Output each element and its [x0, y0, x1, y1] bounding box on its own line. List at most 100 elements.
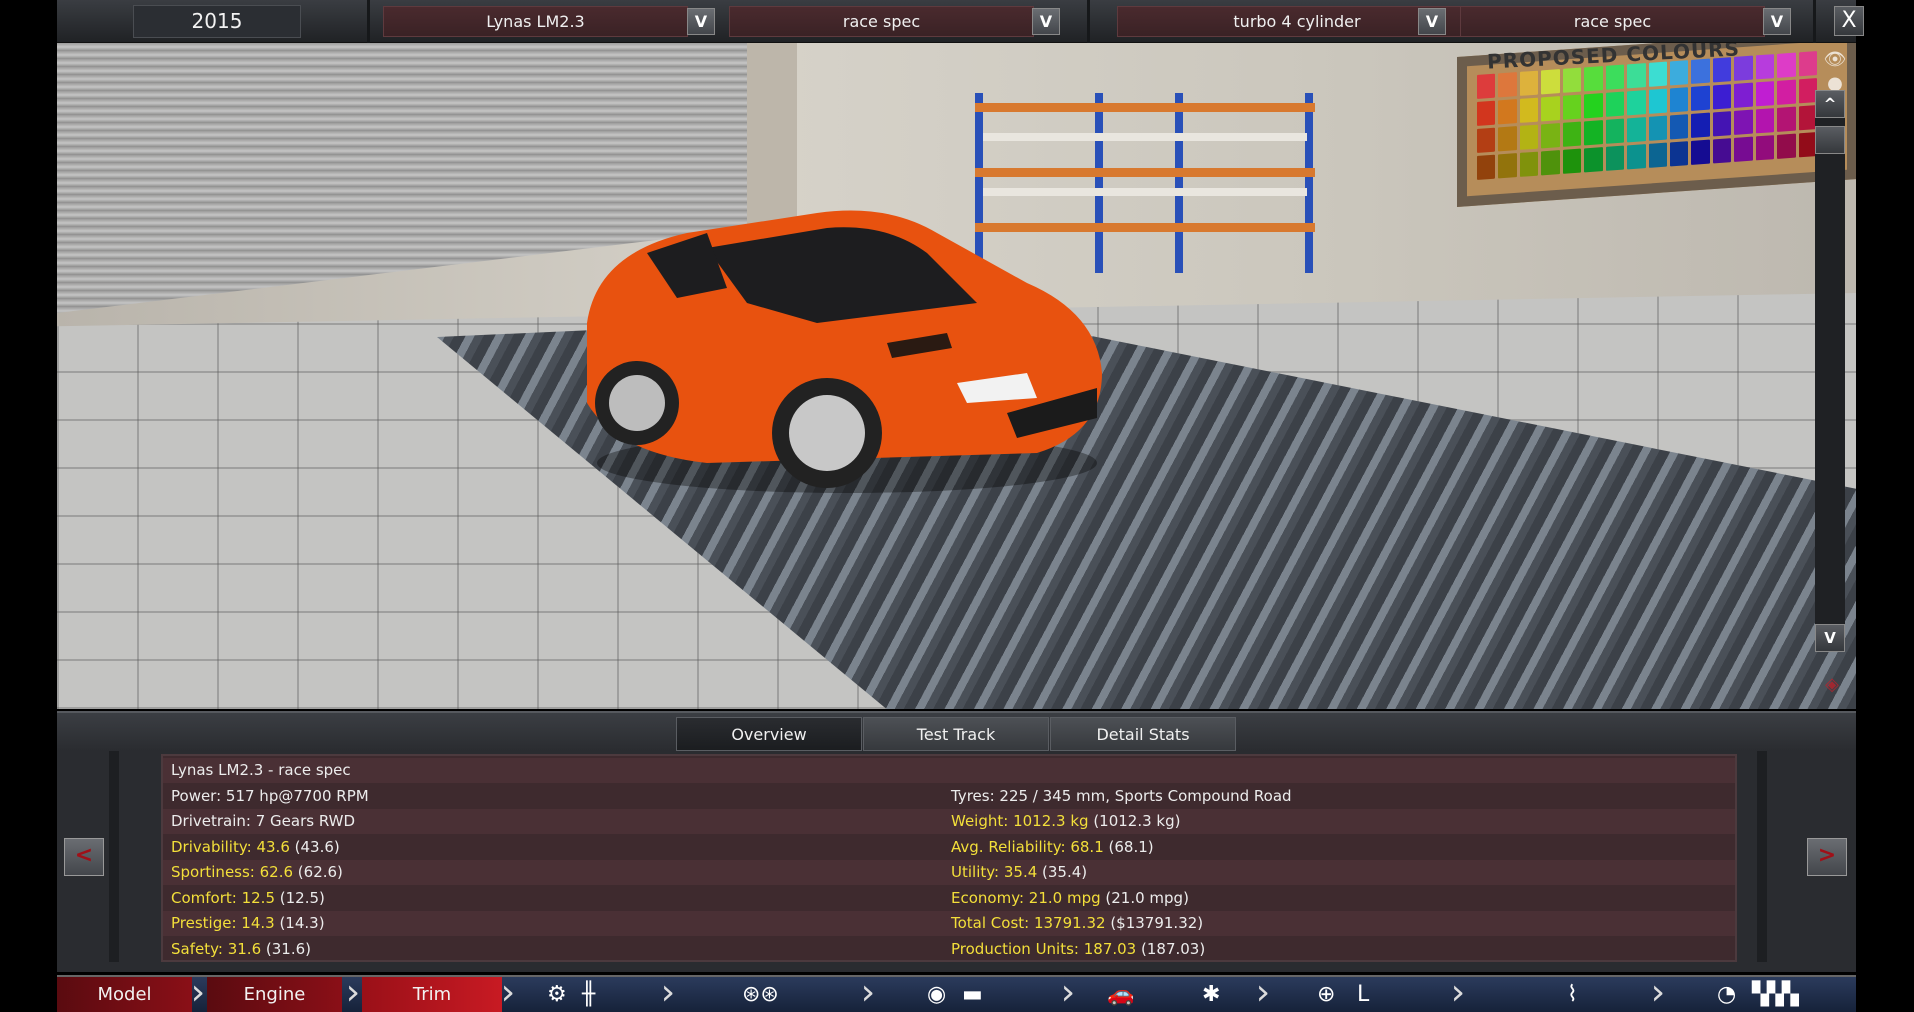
- stat-label: Power: 517 hp@7700 RPM: [171, 786, 369, 805]
- stat-base-value: (12.5): [275, 888, 325, 907]
- view-eye-icon[interactable]: 👁: [1813, 49, 1856, 71]
- brake-icon[interactable]: ◉: [927, 977, 946, 1012]
- colour-swatch: [1777, 52, 1796, 78]
- colour-swatch: [1605, 145, 1625, 171]
- seat-icon[interactable]: 𝖫: [1357, 977, 1369, 1012]
- suspension-icon[interactable]: ⌇: [1567, 977, 1578, 1012]
- nav-trim[interactable]: Trim: [362, 977, 502, 1012]
- stat-right: Weight: 1012.3 kg (1012.3 kg): [951, 809, 1180, 834]
- checkered-flag-icon[interactable]: ▚▚▚: [1752, 977, 1799, 1012]
- scroll-down-button[interactable]: V: [1815, 624, 1845, 652]
- stats-row: Prestige: 14.3 (14.3) Total Cost: 13791.3…: [163, 911, 1735, 936]
- stat-right: Avg. Reliability: 68.1 (68.1): [951, 835, 1154, 860]
- colour-swatch: [1777, 133, 1796, 159]
- stat-base-value: (21.0 mpg): [1100, 888, 1189, 907]
- colour-swatch: [1498, 72, 1517, 98]
- body-icon[interactable]: ▬: [962, 977, 983, 1012]
- engine-dropdown-button[interactable]: V: [1418, 8, 1446, 35]
- stats-row: Power: 517 hp@7700 RPM Tyres: 225 / 345 m…: [163, 784, 1735, 809]
- car-viewport[interactable]: PROPOSED COLOURS 👁 ● ▬ ▭ ◒: [57, 43, 1856, 709]
- gauge-icon[interactable]: ◔: [1717, 977, 1736, 1012]
- steering-wheel-icon[interactable]: ⊕: [1317, 977, 1335, 1012]
- stats-row: Sportiness: 62.6 (62.6) Utility: 35.4 (35…: [163, 860, 1735, 885]
- divider: [1757, 751, 1767, 962]
- colour-swatch: [1498, 99, 1517, 125]
- recenter-icon[interactable]: ◈: [1810, 674, 1854, 696]
- stat-base-value: (68.1): [1103, 837, 1154, 856]
- stat-label: Economy: 21.0 mpg: [951, 888, 1101, 907]
- engine-variant-select[interactable]: race spec: [1460, 6, 1765, 37]
- gearbox-icon[interactable]: ╫: [582, 977, 595, 1012]
- colour-swatch: [1691, 85, 1710, 111]
- colour-swatch: [1648, 88, 1667, 114]
- chevron-right-icon: ›: [345, 972, 361, 1012]
- model-select[interactable]: Lynas LM2.3: [383, 6, 688, 37]
- car-icon[interactable]: 🚗: [1107, 977, 1134, 1012]
- colour-swatch: [1712, 111, 1732, 137]
- colour-swatch: [1541, 150, 1560, 176]
- next-button[interactable]: >: [1807, 838, 1847, 876]
- stat-left: Safety: 31.6 (31.6): [171, 937, 311, 962]
- colour-swatch: [1648, 142, 1667, 168]
- colour-swatch: [1584, 120, 1603, 146]
- colour-swatch: [1605, 118, 1625, 144]
- colour-swatch: [1691, 58, 1710, 84]
- stat-label: Avg. Reliability: 68.1: [951, 837, 1104, 856]
- nav-engine[interactable]: Engine: [207, 977, 342, 1012]
- stat-base-value: ($13791.32): [1105, 914, 1204, 932]
- colour-swatch: [1755, 54, 1775, 80]
- stat-right: Utility: 35.4 (35.4): [951, 860, 1087, 885]
- colour-swatch: [1498, 153, 1517, 179]
- stats-row: Drivability: 43.6 (43.6) Avg. Reliability…: [163, 835, 1735, 860]
- stat-label: Total Cost: 13791.32: [951, 914, 1106, 932]
- divider: [367, 0, 370, 43]
- colour-swatch: [1734, 109, 1753, 135]
- colour-swatch: [1712, 84, 1732, 110]
- colour-swatch: [1734, 55, 1753, 81]
- chevron-right-icon: ›: [1060, 972, 1076, 1012]
- chevron-right-icon: ›: [190, 972, 206, 1012]
- stat-base-value: (1012.3 kg): [1088, 812, 1181, 830]
- trim-select[interactable]: race spec: [729, 6, 1034, 37]
- tab-test-track[interactable]: Test Track: [863, 717, 1049, 751]
- stat-left: Lynas LM2.3 - race spec: [171, 758, 351, 783]
- fan-icon[interactable]: ✱: [1202, 977, 1220, 1012]
- colour-swatch: [1627, 117, 1646, 143]
- scroll-up-button[interactable]: ^: [1815, 90, 1845, 118]
- stat-base-value: (14.3): [274, 914, 325, 932]
- engine-variant-dropdown-button[interactable]: V: [1763, 8, 1791, 35]
- colour-swatch: [1562, 121, 1582, 147]
- stat-left: Drivability: 43.6 (43.6): [171, 835, 340, 860]
- trim-dropdown-button[interactable]: V: [1032, 8, 1060, 35]
- colour-swatch: [1605, 91, 1625, 117]
- stat-label: Drivability: 43.6: [171, 837, 290, 856]
- colour-swatch: [1477, 154, 1496, 180]
- colour-swatch: [1498, 126, 1517, 152]
- scene-scrollbar[interactable]: [1815, 90, 1845, 650]
- stat-label: Drivetrain: 7 Gears RWD: [171, 812, 356, 830]
- tab-detail-stats[interactable]: Detail Stats: [1050, 717, 1236, 751]
- colour-swatch: [1755, 135, 1775, 161]
- colour-swatch: [1755, 81, 1775, 107]
- stats-row: Lynas LM2.3 - race spec: [163, 758, 1735, 783]
- stat-left: Comfort: 12.5 (12.5): [171, 886, 325, 911]
- divider: [109, 751, 119, 962]
- close-button[interactable]: X: [1834, 6, 1864, 36]
- colour-swatch: [1669, 141, 1689, 167]
- stat-label: Production Units: 187.03: [951, 939, 1137, 958]
- stats-table: Lynas LM2.3 - race spec Power: 517 hp@770…: [161, 754, 1737, 962]
- gear-icon[interactable]: ⚙: [547, 977, 567, 1012]
- nav-model[interactable]: Model: [57, 977, 192, 1012]
- colour-swatch: [1691, 139, 1710, 165]
- top-bar: 2015 Lynas LM2.3 V race spec V turbo 4 c…: [57, 0, 1864, 43]
- car-model[interactable]: [557, 173, 1117, 503]
- wheels-icon[interactable]: ⊛⊛: [742, 977, 779, 1012]
- colour-swatch: [1519, 97, 1539, 123]
- colour-swatch: [1584, 93, 1603, 119]
- colour-swatch: [1669, 60, 1689, 86]
- model-dropdown-button[interactable]: V: [687, 8, 715, 35]
- previous-button[interactable]: <: [64, 838, 104, 876]
- divider: [1087, 0, 1090, 43]
- scrollbar-thumb[interactable]: [1815, 126, 1845, 154]
- tab-overview[interactable]: Overview: [676, 717, 862, 751]
